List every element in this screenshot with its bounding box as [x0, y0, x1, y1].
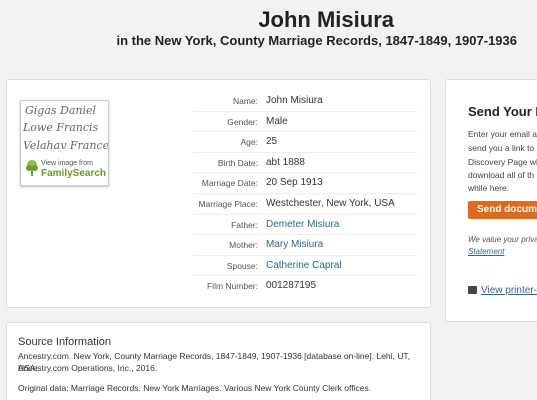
record-row-mother: Mother: Mary Misiura: [193, 235, 418, 256]
record-row-birth-date: Birth Date: abt 1888: [193, 153, 418, 174]
record-image-thumbnail[interactable]: Gigas Daniel Lowe Francis Velahay France…: [20, 100, 109, 186]
send-description-line: Discovery Page wh: [468, 157, 537, 167]
record-row-marriage-date: Marriage Date: 20 Sep 1913: [193, 173, 418, 194]
send-description-line: send you a link to: [468, 143, 535, 153]
field-label: Marriage Place:: [198, 198, 258, 209]
record-row-father: Father: Demeter Misiura: [193, 215, 418, 236]
printer-icon: [468, 286, 477, 294]
familysearch-tree-icon: [26, 160, 38, 176]
field-value: Westchester, New York, USA: [266, 197, 395, 209]
source-citation-line: Ancestry.com Operations, Inc., 2016.: [18, 363, 158, 373]
record-details-table: Name: John Misiura Gender: Male Age: 25 …: [193, 91, 418, 296]
source-original-data: Original data: Marriage Records. New Yor…: [18, 383, 372, 393]
handwriting-line: Gigas Daniel: [25, 104, 97, 117]
field-label: Marriage Date:: [201, 178, 258, 189]
field-label: Father:: [231, 219, 258, 230]
collection-subtitle: in the New York, County Marriage Records…: [116, 33, 517, 48]
view-printer-friendly-link[interactable]: View printer-: [468, 285, 537, 296]
field-label: Spouse:: [226, 260, 258, 271]
field-label: Name:: [232, 96, 258, 106]
privacy-statement-link[interactable]: Statement: [468, 247, 504, 256]
mother-link[interactable]: Mary Misiura: [266, 239, 323, 250]
familysearch-logo-text: FamilySearch: [41, 168, 107, 179]
record-row-gender: Gender: Male: [193, 112, 418, 133]
field-value: abt 1888: [266, 156, 305, 168]
field-value: John Misiura: [266, 95, 323, 106]
handwriting-line: Lowe Francis: [23, 121, 99, 134]
field-label: Gender:: [227, 116, 258, 127]
familysearch-overlay: View image from FamilySearch: [21, 149, 108, 185]
field-value: Male: [266, 115, 288, 127]
privacy-note: We value your privac: [468, 235, 537, 244]
record-row-age: Age: 25: [193, 132, 418, 153]
father-link[interactable]: Demeter Misiura: [266, 219, 339, 230]
source-information-heading: Source Information: [18, 336, 111, 348]
person-name-title: John Misiura: [258, 7, 394, 32]
field-value: 25: [266, 136, 278, 148]
send-description-line: Enter your email a: [468, 129, 537, 139]
send-description-line: download all of th: [468, 170, 535, 180]
field-label: Age:: [240, 137, 259, 148]
record-row-name: Name: John Misiura: [193, 91, 418, 112]
page-header: John Misiura in the New York, County Mar…: [0, 0, 537, 60]
record-row-marriage-place: Marriage Place: Westchester, New York, U…: [193, 194, 418, 215]
record-row-spouse: Spouse: Catherine Capral: [193, 256, 418, 277]
send-description-line: while here.: [468, 183, 510, 193]
record-row-film-number: Film Number: 001287195: [193, 276, 418, 296]
print-link-label: View printer-: [481, 285, 537, 296]
field-value: 20 Sep 1913: [266, 177, 323, 189]
send-document-button[interactable]: Send docum: [468, 201, 537, 219]
spouse-link[interactable]: Catherine Capral: [266, 260, 342, 271]
field-label: Film Number:: [206, 281, 258, 292]
field-label: Mother:: [229, 240, 258, 251]
view-image-text: View image from: [41, 160, 94, 167]
send-heading: Send Your F: [468, 104, 537, 119]
field-label: Birth Date:: [217, 157, 258, 168]
field-value: 001287195: [266, 280, 317, 292]
